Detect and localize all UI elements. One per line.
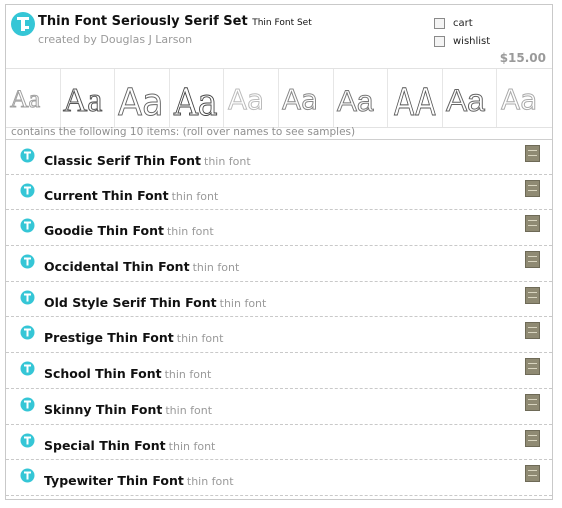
- preview-icon[interactable]: [525, 251, 540, 269]
- item-text: School Thin Font thin font: [44, 363, 211, 382]
- set-title-text[interactable]: Thin Font Seriously Serif Set: [38, 14, 248, 29]
- font-icon[interactable]: [20, 290, 35, 305]
- font-icon[interactable]: [20, 254, 35, 269]
- item-name[interactable]: Special Thin Font: [44, 438, 166, 453]
- set-price: $15.00: [499, 51, 546, 65]
- item-type: thin font: [219, 296, 267, 310]
- set-header: Thin Font Seriously Serif Set Thin Font …: [6, 5, 552, 65]
- cart-label: cart: [453, 18, 473, 29]
- item-name[interactable]: Old Style Serif Thin Font: [44, 295, 217, 310]
- item-name[interactable]: Classic Serif Thin Font: [44, 153, 201, 168]
- item-name[interactable]: Prestige Thin Font: [44, 330, 174, 345]
- list-item[interactable]: Current Thin Font thin font: [6, 175, 552, 211]
- list-item[interactable]: School Thin Font thin font: [6, 353, 552, 389]
- list-item[interactable]: Special Thin Font thin font: [6, 425, 552, 461]
- preview-icon[interactable]: [525, 393, 540, 411]
- item-text: Skinny Thin Font thin font: [44, 399, 212, 418]
- set-title[interactable]: Thin Font Seriously Serif Set Thin Font …: [38, 14, 312, 29]
- font-item-list: Classic Serif Thin Font thin font Current…: [6, 139, 552, 496]
- list-item[interactable]: Typewiter Thin Font thin font: [6, 460, 552, 496]
- font-sample[interactable]: Aa: [334, 69, 389, 127]
- preview-icon[interactable]: [525, 465, 540, 483]
- item-type: thin font: [164, 368, 212, 382]
- sample-text: Aa: [63, 82, 102, 119]
- font-set-icon[interactable]: [10, 11, 36, 37]
- sample-text: Aa: [501, 83, 537, 116]
- font-icon[interactable]: [20, 361, 35, 376]
- item-name[interactable]: Goodie Thin Font: [44, 223, 164, 238]
- wishlist-label: wishlist: [453, 36, 491, 47]
- list-item[interactable]: Old Style Serif Thin Font thin font: [6, 282, 552, 318]
- preview-icon[interactable]: [525, 429, 540, 447]
- font-sample[interactable]: Aa: [497, 69, 552, 127]
- sample-text: Aa: [228, 83, 264, 116]
- item-text: Prestige Thin Font thin font: [44, 327, 223, 346]
- item-text: Occidental Thin Font thin font: [44, 256, 239, 275]
- sample-text: AA: [394, 80, 436, 124]
- sample-text: Aa: [10, 84, 41, 113]
- item-type: thin font: [168, 439, 216, 453]
- font-icon[interactable]: [20, 325, 35, 340]
- cart-checkbox[interactable]: [434, 18, 445, 29]
- font-sample[interactable]: Aa: [6, 69, 61, 127]
- item-type: thin font: [165, 403, 213, 417]
- list-item[interactable]: Classic Serif Thin Font thin font: [6, 139, 552, 175]
- item-type: thin font: [186, 475, 234, 489]
- wishlist-checkbox[interactable]: [434, 36, 445, 47]
- list-item[interactable]: Prestige Thin Font thin font: [6, 317, 552, 354]
- font-icon[interactable]: [20, 148, 35, 163]
- font-icon[interactable]: [20, 433, 35, 448]
- contains-note: contains the following 10 items: (roll o…: [11, 126, 356, 138]
- font-sample[interactable]: Aa: [170, 69, 225, 127]
- font-icon[interactable]: [20, 468, 35, 483]
- font-sample[interactable]: Aa: [279, 69, 334, 127]
- item-name[interactable]: Current Thin Font: [44, 188, 169, 203]
- sample-text: Aa: [173, 80, 218, 124]
- font-icon[interactable]: [20, 218, 35, 233]
- item-name[interactable]: School Thin Font: [44, 366, 162, 381]
- preview-icon[interactable]: [525, 358, 540, 376]
- item-type: thin font: [204, 155, 251, 168]
- preview-icon[interactable]: [525, 286, 540, 304]
- preview-icon[interactable]: [525, 215, 540, 233]
- font-sample[interactable]: AA: [388, 69, 443, 127]
- set-author: created by Douglas J Larson: [38, 33, 193, 46]
- font-sample[interactable]: Aa: [224, 69, 279, 127]
- item-name[interactable]: Occidental Thin Font: [44, 259, 190, 274]
- item-text: Classic Serif Thin Font thin font: [44, 150, 251, 169]
- preview-icon[interactable]: [525, 322, 540, 340]
- item-name[interactable]: Typewiter Thin Font: [44, 473, 184, 488]
- list-item[interactable]: Goodie Thin Font thin font: [6, 210, 552, 247]
- font-samples-strip: Aa Aa Aa Aa Aa Aa Aa AA Aa Aa: [6, 68, 552, 128]
- wishlist-option[interactable]: wishlist: [434, 36, 490, 47]
- sample-text: Aa: [446, 82, 485, 118]
- preview-icon[interactable]: [525, 179, 540, 197]
- sample-text: Aa: [282, 83, 318, 116]
- item-name[interactable]: Skinny Thin Font: [44, 402, 162, 417]
- item-type: thin font: [171, 189, 219, 203]
- list-item[interactable]: Skinny Thin Font thin font: [6, 389, 552, 425]
- font-sample[interactable]: Aa: [443, 69, 498, 127]
- item-text: Typewiter Thin Font thin font: [44, 470, 234, 489]
- set-subtitle: Thin Font Set: [252, 18, 312, 28]
- item-type: thin font: [166, 225, 214, 239]
- font-sample[interactable]: Aa: [115, 69, 170, 127]
- item-text: Goodie Thin Font thin font: [44, 220, 214, 239]
- item-text: Special Thin Font thin font: [44, 435, 215, 454]
- cart-option[interactable]: cart: [434, 18, 473, 29]
- list-item[interactable]: Occidental Thin Font thin font: [6, 246, 552, 282]
- font-icon[interactable]: [20, 183, 35, 198]
- item-text: Old Style Serif Thin Font thin font: [44, 292, 266, 311]
- font-sample[interactable]: Aa: [61, 69, 116, 127]
- sample-text: Aa: [118, 80, 164, 124]
- item-type: thin font: [176, 332, 224, 346]
- item-type: thin font: [192, 261, 240, 275]
- item-text: Current Thin Font thin font: [44, 185, 218, 204]
- font-icon[interactable]: [20, 397, 35, 412]
- font-set-panel: Thin Font Seriously Serif Set Thin Font …: [5, 4, 553, 500]
- preview-icon[interactable]: [525, 145, 540, 162]
- sample-text: Aa: [337, 85, 374, 118]
